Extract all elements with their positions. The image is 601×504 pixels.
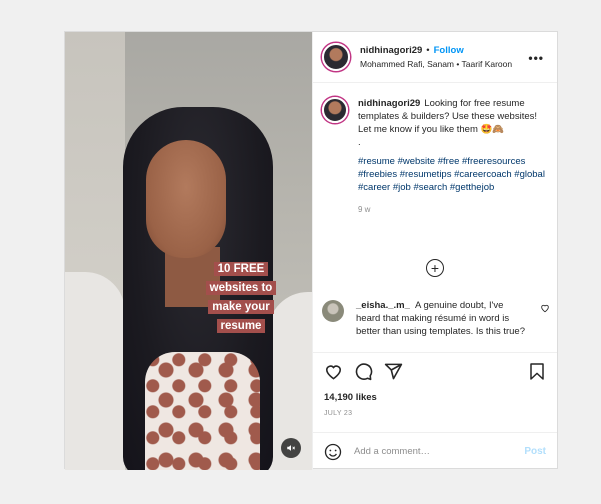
- share-icon[interactable]: [384, 362, 403, 381]
- plus-circle-icon: +: [430, 260, 440, 276]
- post-caption: nidhinagori29 Looking for free resume tem…: [322, 97, 548, 216]
- author-username[interactable]: nidhinagori29: [360, 45, 422, 56]
- load-more-comments-button[interactable]: +: [426, 259, 444, 277]
- speaker-muted-icon: [287, 445, 296, 451]
- more-options-icon[interactable]: •••: [528, 51, 544, 65]
- post-comment-button[interactable]: Post: [524, 446, 546, 457]
- comment-like-heart-icon[interactable]: [540, 303, 550, 313]
- overlay-caption: 10 FREE websites to make your resume: [205, 262, 277, 333]
- bookmark-icon[interactable]: [528, 362, 546, 381]
- caption-avatar[interactable]: [322, 97, 348, 123]
- commenter-avatar[interactable]: [322, 300, 344, 322]
- instagram-post-modal: 10 FREE websites to make your resume nid…: [64, 31, 558, 470]
- caption-username[interactable]: nidhinagori29: [358, 98, 420, 109]
- caption-hashtags[interactable]: #resume #website #free #freeresources #f…: [358, 155, 546, 194]
- add-comment-bar: Post: [313, 432, 557, 470]
- comment-item: _eisha._.m_ A genuine doubt, I've heard …: [322, 299, 550, 338]
- commenter-username[interactable]: _eisha._.m_: [356, 300, 410, 311]
- caption-line3: .: [358, 137, 361, 148]
- post-date[interactable]: JULY 23: [313, 410, 557, 417]
- emoji-icon[interactable]: [324, 443, 342, 461]
- comment-input[interactable]: [354, 446, 514, 457]
- heart-icon[interactable]: [324, 362, 343, 381]
- comment-icon[interactable]: [354, 362, 373, 381]
- video-scene-face: [146, 140, 226, 258]
- video-scene-top: [145, 352, 260, 470]
- comments-section: nidhinagori29 Looking for free resume tem…: [313, 83, 557, 352]
- mute-button[interactable]: [281, 438, 301, 458]
- like-count[interactable]: 14,190 likes: [313, 392, 557, 403]
- post-video[interactable]: 10 FREE websites to make your resume: [65, 32, 312, 470]
- post-actions: [313, 352, 557, 390]
- post-sidebar: nidhinagori29 • Follow Mohammed Rafi, Sa…: [312, 32, 557, 470]
- caption-line2: Let me know if you like them 🤩🙈: [358, 124, 505, 135]
- audio-track[interactable]: Mohammed Rafi, Sanam • Taarif Karoon: [360, 59, 512, 69]
- follow-button[interactable]: Follow: [434, 45, 464, 56]
- video-overlay-text: 10 FREE websites to make your resume: [204, 259, 278, 335]
- post-header: nidhinagori29 • Follow Mohammed Rafi, Sa…: [313, 32, 557, 83]
- video-scene-jacket-left: [65, 272, 125, 470]
- separator-dot: •: [426, 45, 430, 56]
- avatar[interactable]: [322, 43, 350, 71]
- post-time-ago[interactable]: 9 w: [358, 203, 546, 216]
